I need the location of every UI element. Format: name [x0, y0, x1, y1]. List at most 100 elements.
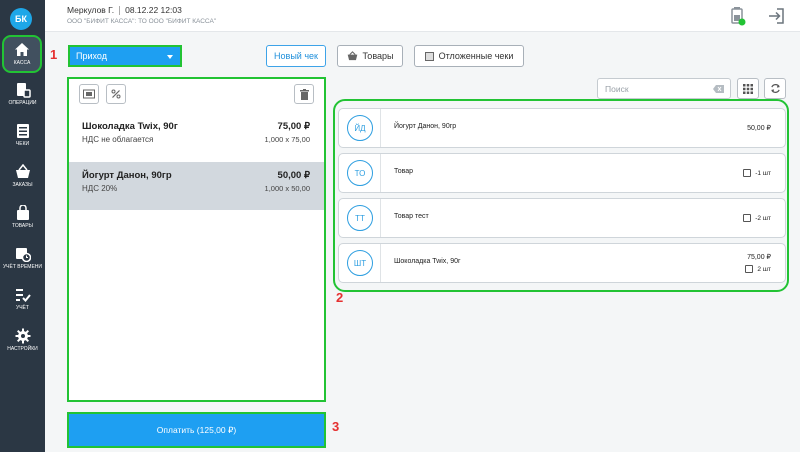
- percent-icon: [111, 89, 121, 99]
- discount-button[interactable]: [106, 84, 126, 104]
- new-receipt-label: Новый чек: [274, 51, 318, 61]
- sidebar-item-kassa[interactable]: КАССА: [2, 35, 42, 73]
- item-price: 50,00 ₽: [277, 170, 310, 181]
- chevron-down-icon: [167, 55, 173, 59]
- item-qty: 2 шт: [757, 265, 771, 273]
- sidebar-item-receipts[interactable]: ЧЕКИ: [0, 123, 45, 163]
- item-qty: 1,000 x 75,00: [264, 135, 310, 144]
- item-qty: -1 шт: [755, 169, 771, 177]
- goods-label: Товары: [362, 51, 394, 61]
- sidebar-item-time-tracking[interactable]: УЧЁТ ВРЕМЕНИ: [0, 246, 45, 286]
- sidebar-item-label: НАСТРОЙКИ: [7, 346, 38, 352]
- sidebar-item-label: УЧЁТ ВРЕМЕНИ: [3, 264, 42, 270]
- sidebar-item-orders[interactable]: ЗАКАЗЫ: [0, 164, 45, 204]
- box-icon: [743, 214, 752, 222]
- item-stock: 2 шт: [745, 265, 771, 273]
- avatar[interactable]: БК: [10, 8, 32, 30]
- sidebar-item-label: УЧЁТ: [16, 305, 29, 311]
- deferred-receipts-button[interactable]: Отложенные чеки: [414, 45, 524, 67]
- calendar-clock-icon: [15, 248, 31, 262]
- receipt-panel: Шоколадка Twix, 90г НДС не облагается 75…: [67, 77, 326, 402]
- divider: [380, 199, 381, 237]
- battery-icon[interactable]: [730, 6, 746, 26]
- grid-icon: [743, 83, 753, 94]
- sidebar-item-settings[interactable]: НАСТРОЙКИ: [0, 328, 45, 368]
- item-avatar: ТТ: [347, 205, 373, 231]
- item-avatar: ЙД: [347, 115, 373, 141]
- sidebar-item-goods[interactable]: ТОВАРЫ: [0, 205, 45, 245]
- catalog-item[interactable]: ЙД Йогурт Данон, 90гр 50,00 ₽: [338, 108, 786, 148]
- item-name: Шоколадка Twix, 90г: [82, 121, 178, 132]
- sidebar: БК КАССА ОПЕРАЦИИ ЧЕКИ ЗАКАЗЫ ТОВАРЫ УЧЁ…: [0, 0, 45, 452]
- item-qty: 1,000 x 50,00: [264, 184, 310, 193]
- cash-drawer-button[interactable]: [79, 84, 99, 104]
- checklist-icon: [15, 289, 31, 302]
- item-name: Товар: [394, 168, 414, 175]
- sidebar-item-accounting[interactable]: УЧЁТ: [0, 287, 45, 327]
- divider: [380, 244, 381, 282]
- receipt-item[interactable]: Шоколадка Twix, 90г НДС не облагается 75…: [69, 113, 324, 161]
- item-name: Йогурт Данон, 90гр: [394, 123, 457, 130]
- catalog-item[interactable]: ТО Товар -1 шт: [338, 153, 786, 193]
- item-name: Шоколадка Twix, 90г: [394, 258, 461, 265]
- delete-button[interactable]: [294, 84, 314, 104]
- divider: [380, 154, 381, 192]
- home-icon: [15, 43, 29, 56]
- item-name: Товар тест: [394, 213, 429, 220]
- item-avatar: ТО: [347, 160, 373, 186]
- item-price: 75,00 ₽: [747, 254, 771, 261]
- divider: [380, 109, 381, 147]
- operations-icon: [16, 83, 31, 98]
- item-stock: -2 шт: [743, 214, 771, 222]
- goods-button[interactable]: Товары: [337, 45, 403, 67]
- catalog-item[interactable]: ШТ Шоколадка Twix, 90г 75,00 ₽ 2 шт: [338, 243, 786, 283]
- refresh-button[interactable]: [764, 78, 786, 99]
- pay-button[interactable]: Оплатить (125,00 ₽): [67, 412, 326, 448]
- sidebar-item-label: КАССА: [13, 60, 31, 66]
- cash-icon: [83, 89, 95, 99]
- sidebar-item-label: ОПЕРАЦИИ: [8, 100, 37, 106]
- square-icon: [424, 51, 434, 61]
- sidebar-item-operations[interactable]: ОПЕРАЦИИ: [0, 82, 45, 122]
- search-input[interactable]: Поиск: [597, 78, 731, 99]
- item-price: 50,00 ₽: [747, 125, 771, 132]
- operation-type-value: Приход: [76, 51, 107, 61]
- annotation-3: 3: [332, 419, 340, 434]
- search-placeholder: Поиск: [605, 83, 629, 94]
- box-icon: [743, 169, 752, 177]
- deferred-receipts-label: Отложенные чеки: [438, 51, 514, 61]
- box-icon: [745, 265, 754, 273]
- user-name: Меркулов Г.: [67, 5, 115, 15]
- item-qty: -2 шт: [755, 214, 771, 222]
- pay-label: Оплатить (125,00 ₽): [156, 424, 237, 435]
- sidebar-item-label: ТОВАРЫ: [12, 223, 33, 229]
- trash-icon: [299, 88, 309, 100]
- datetime: 08.12.22 12:03: [125, 5, 182, 15]
- refresh-icon: [770, 84, 780, 93]
- catalog-item[interactable]: ТТ Товар тест -2 шт: [338, 198, 786, 238]
- user-info: Меркулов Г. 08.12.22 12:03: [67, 5, 182, 16]
- separator: [119, 6, 121, 16]
- annotation-2: 2: [336, 290, 344, 305]
- org-name: ООО "БИФИТ КАССА": ТО ООО "БИФИТ КАССА": [67, 18, 217, 25]
- item-avatar: ШТ: [347, 250, 373, 276]
- clear-icon[interactable]: [713, 85, 724, 93]
- item-vat: НДС не облагается: [82, 135, 154, 144]
- topbar: Меркулов Г. 08.12.22 12:03 ООО "БИФИТ КАС…: [45, 0, 800, 32]
- item-stock: -1 шт: [743, 169, 771, 177]
- operation-type-select[interactable]: Приход: [68, 45, 182, 67]
- basket-icon: [15, 164, 30, 178]
- logout-icon[interactable]: [767, 7, 785, 25]
- bag-icon: [16, 205, 29, 220]
- grid-view-button[interactable]: [737, 78, 759, 99]
- annotation-1: 1: [50, 47, 58, 62]
- item-vat: НДС 20%: [82, 184, 118, 193]
- receipt-item-selected[interactable]: Йогурт Данон, 90гр НДС 20% 50,00 ₽ 1,000…: [69, 162, 324, 210]
- sidebar-item-label: ЧЕКИ: [15, 141, 30, 147]
- basket-icon: [347, 51, 357, 61]
- new-receipt-button[interactable]: Новый чек: [266, 45, 326, 67]
- gear-icon: [15, 328, 30, 344]
- item-name: Йогурт Данон, 90гр: [82, 170, 172, 181]
- sidebar-item-label: ЗАКАЗЫ: [12, 182, 33, 188]
- receipts-icon: [16, 124, 29, 138]
